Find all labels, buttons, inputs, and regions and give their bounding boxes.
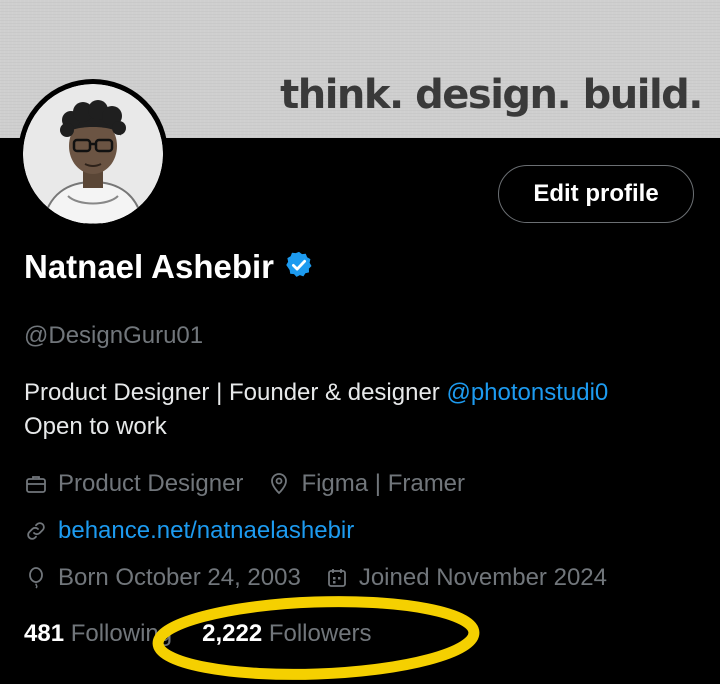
briefcase-icon	[26, 476, 46, 493]
followers-label: Followers	[268, 620, 372, 647]
calendar-icon	[327, 569, 346, 587]
birthday-text: Born October 24, 2003	[58, 564, 301, 591]
user-handle: @DesignGuru01	[24, 322, 204, 349]
joined-text: Joined November 2024	[358, 564, 607, 591]
following-stat[interactable]: 481 Following	[24, 620, 172, 648]
location-text: Figma | Framer	[301, 470, 466, 497]
meta-joined: Joined November 2024	[325, 564, 607, 592]
bio: Product Designer | Founder & designer @p…	[24, 376, 704, 444]
verified-badge-icon[interactable]	[284, 250, 314, 285]
meta-location: Figma | Framer	[267, 470, 465, 498]
link-icon	[27, 522, 45, 540]
meta-row-3: Born October 24, 2003 Joined November 20…	[24, 564, 631, 592]
bio-status: Open to work	[24, 413, 167, 440]
following-label: Following	[70, 620, 173, 647]
meta-row-2: behance.net/natnaelashebir	[24, 517, 378, 545]
bio-mention-link[interactable]: @photonstudi0	[446, 379, 608, 406]
banner-text: think. design. build.	[280, 72, 703, 118]
display-name: Natnael Ashebir	[24, 248, 275, 285]
avatar-illustration	[23, 84, 163, 224]
follow-stats: 481 Following 2,222 Followers	[24, 620, 372, 648]
profession-text: Product Designer	[58, 470, 244, 497]
meta-row-1: Product Designer Figma | Framer	[24, 470, 489, 498]
followers-count: 2,222	[202, 620, 263, 647]
location-pin-icon	[271, 473, 288, 495]
edit-profile-button[interactable]: Edit profile	[498, 165, 694, 223]
website-link[interactable]: behance.net/natnaelashebir	[58, 517, 354, 545]
balloon-icon	[29, 567, 43, 589]
following-count: 481	[24, 620, 65, 647]
bio-text: Product Designer | Founder & designer	[24, 379, 447, 406]
meta-website: behance.net/natnaelashebir	[24, 517, 354, 545]
meta-profession: Product Designer	[24, 470, 243, 498]
name-row: Natnael Ashebir	[24, 248, 314, 286]
followers-stat[interactable]: 2,222 Followers	[202, 620, 371, 648]
meta-birthday: Born October 24, 2003	[24, 564, 301, 592]
avatar[interactable]	[18, 79, 168, 229]
